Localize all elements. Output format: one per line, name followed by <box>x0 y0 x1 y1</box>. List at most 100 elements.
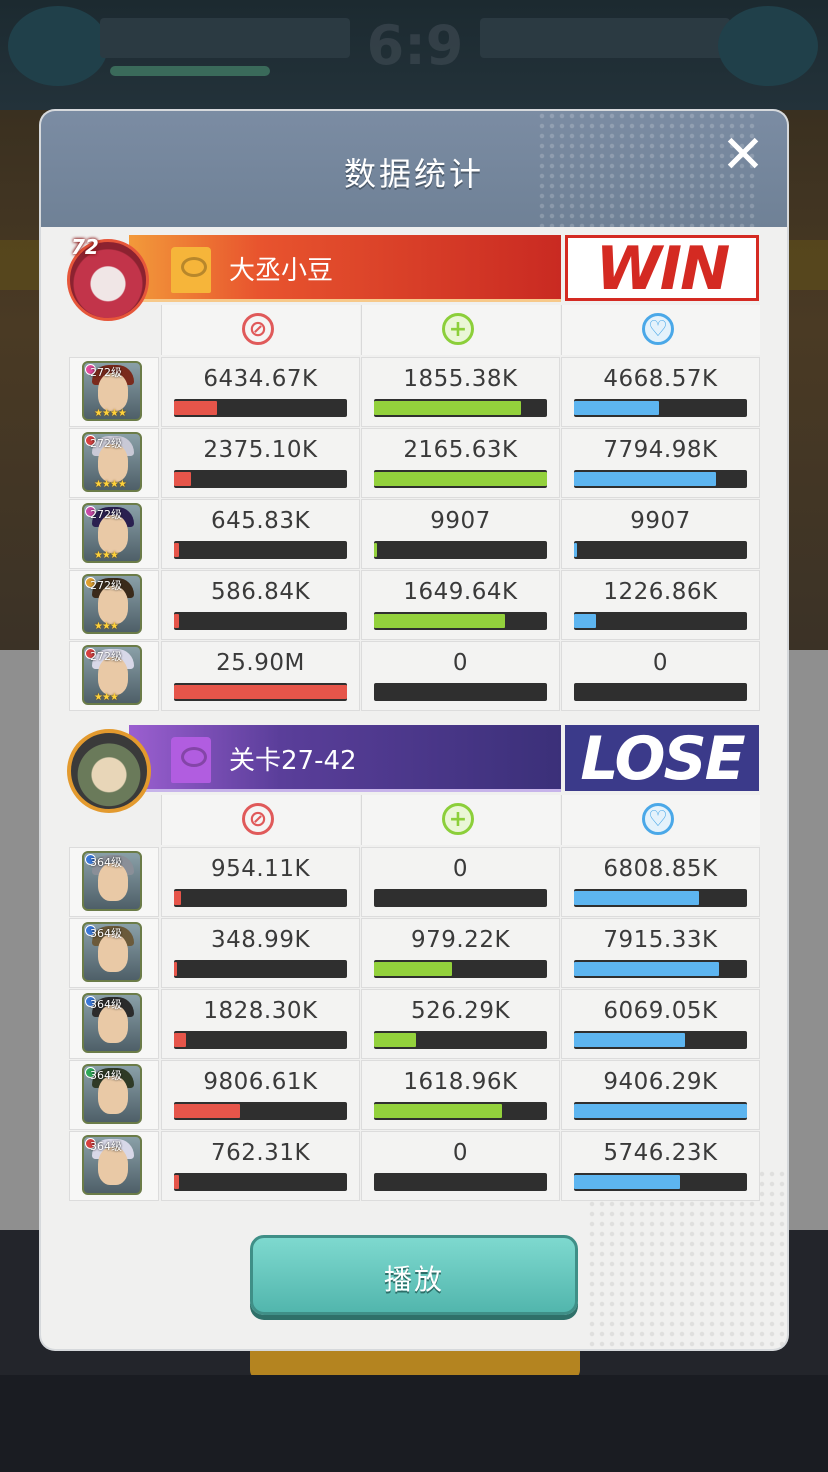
shield-cell: 9907 <box>561 499 760 569</box>
shield-bar <box>574 1173 747 1191</box>
hero-portrait[interactable]: 364级 <box>82 1064 142 1124</box>
play-button[interactable]: 播放 <box>250 1235 578 1315</box>
hero-stats-row: 364级 954.11K 0 6808.85K <box>69 847 760 917</box>
hero-level: 364级 <box>90 927 122 940</box>
shield-bar <box>574 1102 747 1120</box>
hero-stats-row: 272级 ★★★★ 2375.10K 2165.63K 7794.98K <box>69 428 760 498</box>
shield-icon: ♡ <box>642 313 674 345</box>
damage-bar-fill <box>174 962 177 976</box>
hero-portrait[interactable]: 364级 <box>82 851 142 911</box>
hero-stats-row: 272级 ★★★ 645.83K 9907 9907 <box>69 499 760 569</box>
damage-bar-fill <box>174 614 179 628</box>
result-text: LOSE <box>580 725 745 791</box>
background-nav-bar <box>0 1375 828 1472</box>
damage-bar <box>174 889 347 907</box>
team-avatar[interactable] <box>67 729 151 813</box>
heal-bar-fill <box>374 962 452 976</box>
damage-cell: 9806.61K <box>161 1060 360 1130</box>
shield-value: 9907 <box>630 508 691 534</box>
hero-portrait[interactable]: 272级 ★★★ <box>82 645 142 705</box>
shield-icon: ♡ <box>642 803 674 835</box>
hero-level: 364级 <box>90 998 122 1011</box>
damage-cell: 6434.67K <box>161 357 360 427</box>
stats-header: ⊘ + ♡ <box>161 305 760 355</box>
hero-cell: 272级 ★★★★ <box>69 428 159 498</box>
hero-level: 364级 <box>90 1069 122 1082</box>
heal-value: 1649.64K <box>403 579 518 605</box>
hero-portrait[interactable]: 364级 <box>82 1135 142 1195</box>
hero-level: 272级 <box>90 650 122 663</box>
shield-bar-fill <box>574 614 596 628</box>
damage-value: 954.11K <box>210 856 311 882</box>
result-badge: WIN <box>565 235 759 301</box>
heal-bar <box>374 960 547 978</box>
shield-cell: 1226.86K <box>561 570 760 640</box>
hero-stats-row: 364级 762.31K 0 5746.23K <box>69 1131 760 1201</box>
hero-cell: 364级 <box>69 989 159 1059</box>
shield-bar-fill <box>574 401 659 415</box>
shield-bar <box>574 1031 747 1049</box>
background-name-band-right <box>480 18 730 58</box>
dialog-title: 数据统计 <box>343 155 484 193</box>
damage-value: 645.83K <box>210 508 311 534</box>
shield-value: 6069.05K <box>603 998 718 1024</box>
heal-cell: 0 <box>361 1131 560 1201</box>
damage-value: 2375.10K <box>203 437 318 463</box>
damage-cell: 2375.10K <box>161 428 360 498</box>
shield-column-header: ♡ <box>561 795 760 845</box>
background-top-bar: 6:9 <box>0 0 828 110</box>
shield-bar-fill <box>574 1104 747 1118</box>
heal-value: 2165.63K <box>403 437 518 463</box>
damage-bar-fill <box>174 472 191 486</box>
shield-value: 7915.33K <box>603 927 718 953</box>
shield-value: 4668.57K <box>603 366 718 392</box>
hero-portrait[interactable]: 364级 <box>82 993 142 1053</box>
damage-cell: 762.31K <box>161 1131 360 1201</box>
damage-cell: 954.11K <box>161 847 360 917</box>
damage-bar-fill <box>174 1033 186 1047</box>
shield-bar-fill <box>574 472 716 486</box>
damage-bar <box>174 1031 347 1049</box>
background-emblem-right <box>718 6 818 86</box>
shield-bar <box>574 683 747 701</box>
heal-cell: 1855.38K <box>361 357 560 427</box>
hero-stars: ★★★ <box>94 621 119 632</box>
background-score: 6:9 <box>366 14 464 77</box>
hero-portrait[interactable]: 272级 ★★★ <box>82 574 142 634</box>
damage-cell: 586.84K <box>161 570 360 640</box>
shield-bar <box>574 889 747 907</box>
hero-portrait[interactable]: 364级 <box>82 922 142 982</box>
hero-portrait[interactable]: 272级 ★★★★ <box>82 361 142 421</box>
heal-cell: 526.29K <box>361 989 560 1059</box>
shield-bar <box>574 960 747 978</box>
result-text: WIN <box>568 238 756 298</box>
shield-bar-fill <box>574 891 699 905</box>
heal-column-header: + <box>361 305 560 355</box>
sword-icon: ⊘ <box>242 803 274 835</box>
team-name: 关卡27-42 <box>229 746 357 776</box>
damage-cell: 645.83K <box>161 499 360 569</box>
heal-value: 9907 <box>430 508 491 534</box>
heal-value: 979.22K <box>410 927 511 953</box>
damage-value: 586.84K <box>210 579 311 605</box>
battle-stats-dialog: 数据统计 ✕ 72 大丞小豆 WIN ⊘ + ♡ 272级 ★★★★ 6434.… <box>41 111 787 1349</box>
hero-stats-row: 364级 348.99K 979.22K 7915.33K <box>69 918 760 988</box>
damage-bar <box>174 470 347 488</box>
guild-banner-icon <box>171 737 211 783</box>
heal-cell: 979.22K <box>361 918 560 988</box>
shield-value: 6808.85K <box>603 856 718 882</box>
heal-bar <box>374 889 547 907</box>
heal-bar-fill <box>374 401 521 415</box>
damage-value: 762.31K <box>210 1140 311 1166</box>
damage-bar-fill <box>174 1175 179 1189</box>
damage-bar-fill <box>174 685 347 699</box>
close-button[interactable]: ✕ <box>717 129 769 181</box>
heal-bar-fill <box>374 1104 502 1118</box>
heal-column-header: + <box>361 795 560 845</box>
hero-portrait[interactable]: 272级 ★★★★ <box>82 432 142 492</box>
hero-portrait[interactable]: 272级 ★★★ <box>82 503 142 563</box>
hero-stars: ★★★ <box>94 550 119 561</box>
heal-bar <box>374 1102 547 1120</box>
shield-bar <box>574 612 747 630</box>
result-badge: LOSE <box>565 725 759 791</box>
